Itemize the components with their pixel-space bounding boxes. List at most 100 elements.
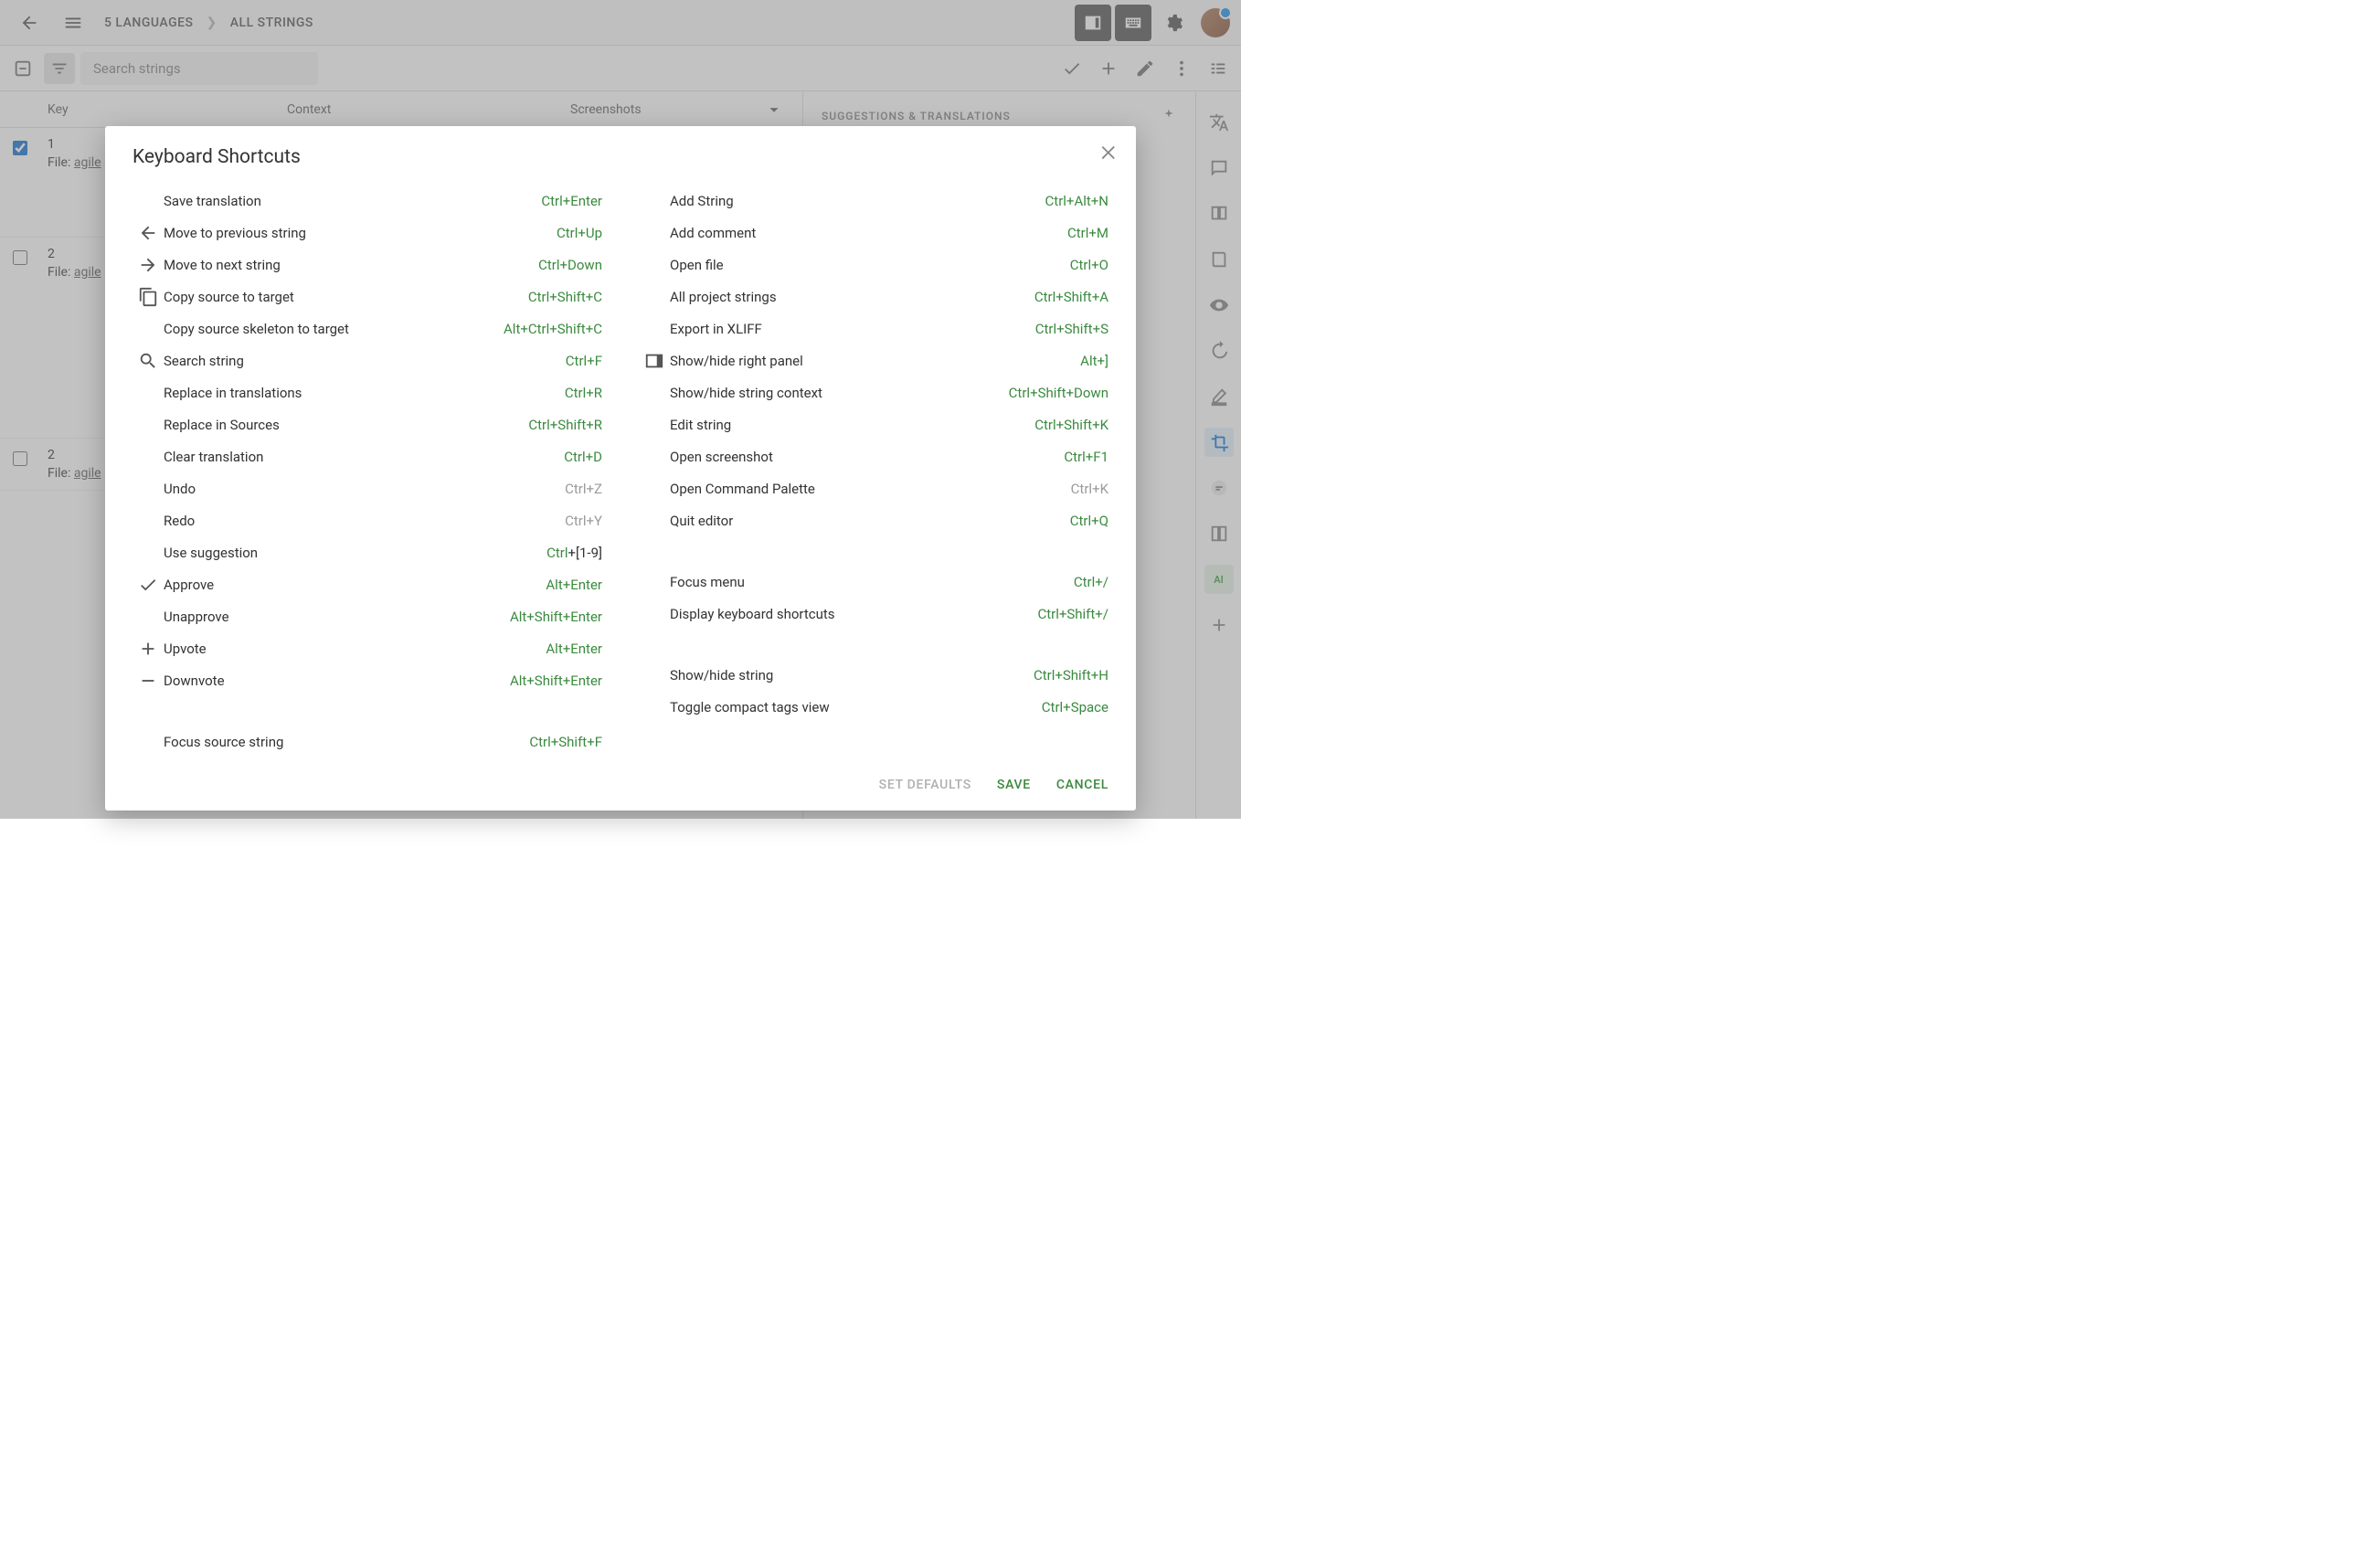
shortcut-row: Display keyboard shortcutsCtrl+Shift+/ [639,598,1108,630]
dialog-title: Keyboard Shortcuts [133,146,1108,168]
shortcut-key[interactable]: Alt+Enter [546,577,602,593]
shortcut-row: Show/hide stringCtrl+Shift+H [639,659,1108,691]
shortcut-key[interactable]: Ctrl+Up [557,225,602,241]
shortcut-row: Clear translationCtrl+D [133,440,602,472]
modal-overlay[interactable]: Keyboard Shortcuts Save translationCtrl+… [0,0,1241,819]
shortcut-row: Export in XLIFFCtrl+Shift+S [639,313,1108,344]
shortcut-row: Move to next stringCtrl+Down [133,249,602,281]
close-button[interactable] [1099,143,1119,166]
shortcut-key[interactable]: Ctrl+Shift+C [528,289,602,305]
shortcut-row: Show/hide right panelAlt+] [639,344,1108,376]
shortcut-row: RedoCtrl+Y [133,504,602,536]
shortcut-row: Move to previous stringCtrl+Up [133,217,602,249]
search-icon [133,351,164,371]
shortcut-row: ApproveAlt+Enter [133,568,602,600]
save-button[interactable]: SAVE [997,778,1031,792]
shortcut-label: Replace in translations [164,385,565,401]
shortcut-label: Move to previous string [164,225,557,241]
shortcut-key[interactable]: Ctrl+F1 [1064,449,1108,465]
shortcut-row: Add StringCtrl+Alt+N [639,185,1108,217]
shortcut-key[interactable]: Ctrl+Shift+A [1034,289,1108,305]
shortcut-label: Add comment [670,225,1067,241]
shortcut-key[interactable]: Ctrl+D [564,449,602,465]
cancel-button[interactable]: CANCEL [1056,778,1108,792]
shortcut-key[interactable]: Ctrl+/ [1074,574,1108,590]
keyboard-shortcuts-dialog: Keyboard Shortcuts Save translationCtrl+… [105,126,1136,810]
shortcut-row: Replace in translationsCtrl+R [133,376,602,408]
shortcut-key[interactable]: Ctrl+Alt+N [1045,193,1108,209]
shortcut-key[interactable]: Ctrl+F [566,353,602,369]
shortcut-key[interactable]: Ctrl+O [1070,257,1108,273]
shortcut-label: Move to next string [164,257,538,273]
minus-icon [133,671,164,691]
shortcut-row: UnapproveAlt+Shift+Enter [133,600,602,632]
shortcut-label: Open Command Palette [670,481,1071,497]
shortcut-key[interactable]: Alt+Enter [546,641,602,657]
shortcut-key[interactable]: Alt+Ctrl+Shift+C [504,321,602,337]
shortcut-row: Use suggestionCtrl+[1-9] [133,536,602,568]
shortcut-label: Display keyboard shortcuts [670,606,1037,622]
shortcut-label: Open screenshot [670,449,1064,465]
shortcut-key[interactable]: Ctrl+Shift+Down [1009,385,1108,401]
shortcut-label: Show/hide string [670,667,1034,683]
shortcut-label: Add String [670,193,1045,209]
shortcut-key[interactable]: Ctrl+K [1071,481,1108,497]
shortcut-key[interactable]: Ctrl+Shift+/ [1037,606,1108,622]
shortcut-label: Edit string [670,417,1034,433]
shortcut-key[interactable]: Ctrl+Shift+H [1034,667,1108,683]
shortcut-row: Copy source skeleton to targetAlt+Ctrl+S… [133,313,602,344]
shortcut-key[interactable]: Ctrl+Enter [541,193,602,209]
shortcut-row: Focus source stringCtrl+Shift+F [133,726,602,758]
shortcut-key[interactable]: Ctrl+R [565,385,602,401]
shortcut-key[interactable]: Alt+Shift+Enter [510,609,602,625]
shortcut-key[interactable]: Ctrl+Shift+K [1034,417,1108,433]
shortcut-key[interactable]: Ctrl+Y [565,513,602,529]
shortcut-label: Focus source string [164,734,529,750]
shortcut-label: Search string [164,353,566,369]
shortcut-label: Focus menu [670,574,1074,590]
shortcut-label: Quit editor [670,513,1070,529]
shortcut-label: Undo [164,481,565,497]
shortcut-key[interactable]: Ctrl+M [1067,225,1108,241]
shortcut-row: UndoCtrl+Z [133,472,602,504]
shortcut-label: Save translation [164,193,541,209]
plus-icon [133,639,164,659]
shortcut-label: Approve [164,577,546,593]
shortcut-row: All project stringsCtrl+Shift+A [639,281,1108,313]
shortcut-row: Quit editorCtrl+Q [639,504,1108,536]
shortcut-key[interactable]: Alt+Shift+Enter [510,673,602,689]
shortcut-key[interactable]: Ctrl+Z [565,481,602,497]
shortcut-label: Upvote [164,641,546,657]
shortcut-label: Use suggestion [164,545,546,561]
shortcut-key[interactable]: Ctrl+Down [538,257,602,273]
shortcut-label: All project strings [670,289,1034,305]
shortcut-key[interactable]: Ctrl+Q [1070,513,1108,529]
shortcut-label: Clear translation [164,449,564,465]
shortcut-row: Open screenshotCtrl+F1 [639,440,1108,472]
shortcut-row: Open Command PaletteCtrl+K [639,472,1108,504]
shortcut-row: Add commentCtrl+M [639,217,1108,249]
copy-icon [133,287,164,307]
shortcut-key[interactable]: Alt+] [1080,353,1108,369]
shortcut-label: Copy source to target [164,289,528,305]
shortcut-row: Replace in SourcesCtrl+Shift+R [133,408,602,440]
shortcut-label: Replace in Sources [164,417,528,433]
shortcut-key[interactable]: Ctrl+[1-9] [546,545,602,561]
set-defaults-button[interactable]: SET DEFAULTS [879,778,971,792]
shortcut-key[interactable]: Ctrl+Shift+S [1035,321,1108,337]
arrow-right-icon [133,255,164,275]
shortcut-key[interactable]: Ctrl+Shift+R [528,417,602,433]
shortcut-key[interactable]: Ctrl+Shift+F [529,734,602,750]
shortcut-row: Focus menuCtrl+/ [639,566,1108,598]
shortcut-label: Open file [670,257,1070,273]
shortcut-row: Search stringCtrl+F [133,344,602,376]
shortcut-row: Open fileCtrl+O [639,249,1108,281]
arrow-left-icon [133,223,164,243]
shortcut-label: Show/hide string context [670,385,1009,401]
shortcut-label: Downvote [164,673,510,689]
shortcut-label: Show/hide right panel [670,353,1080,369]
shortcut-row: Copy source to targetCtrl+Shift+C [133,281,602,313]
panel-icon [639,351,670,371]
shortcut-key[interactable]: Ctrl+Space [1042,699,1108,715]
shortcut-row: UpvoteAlt+Enter [133,632,602,664]
